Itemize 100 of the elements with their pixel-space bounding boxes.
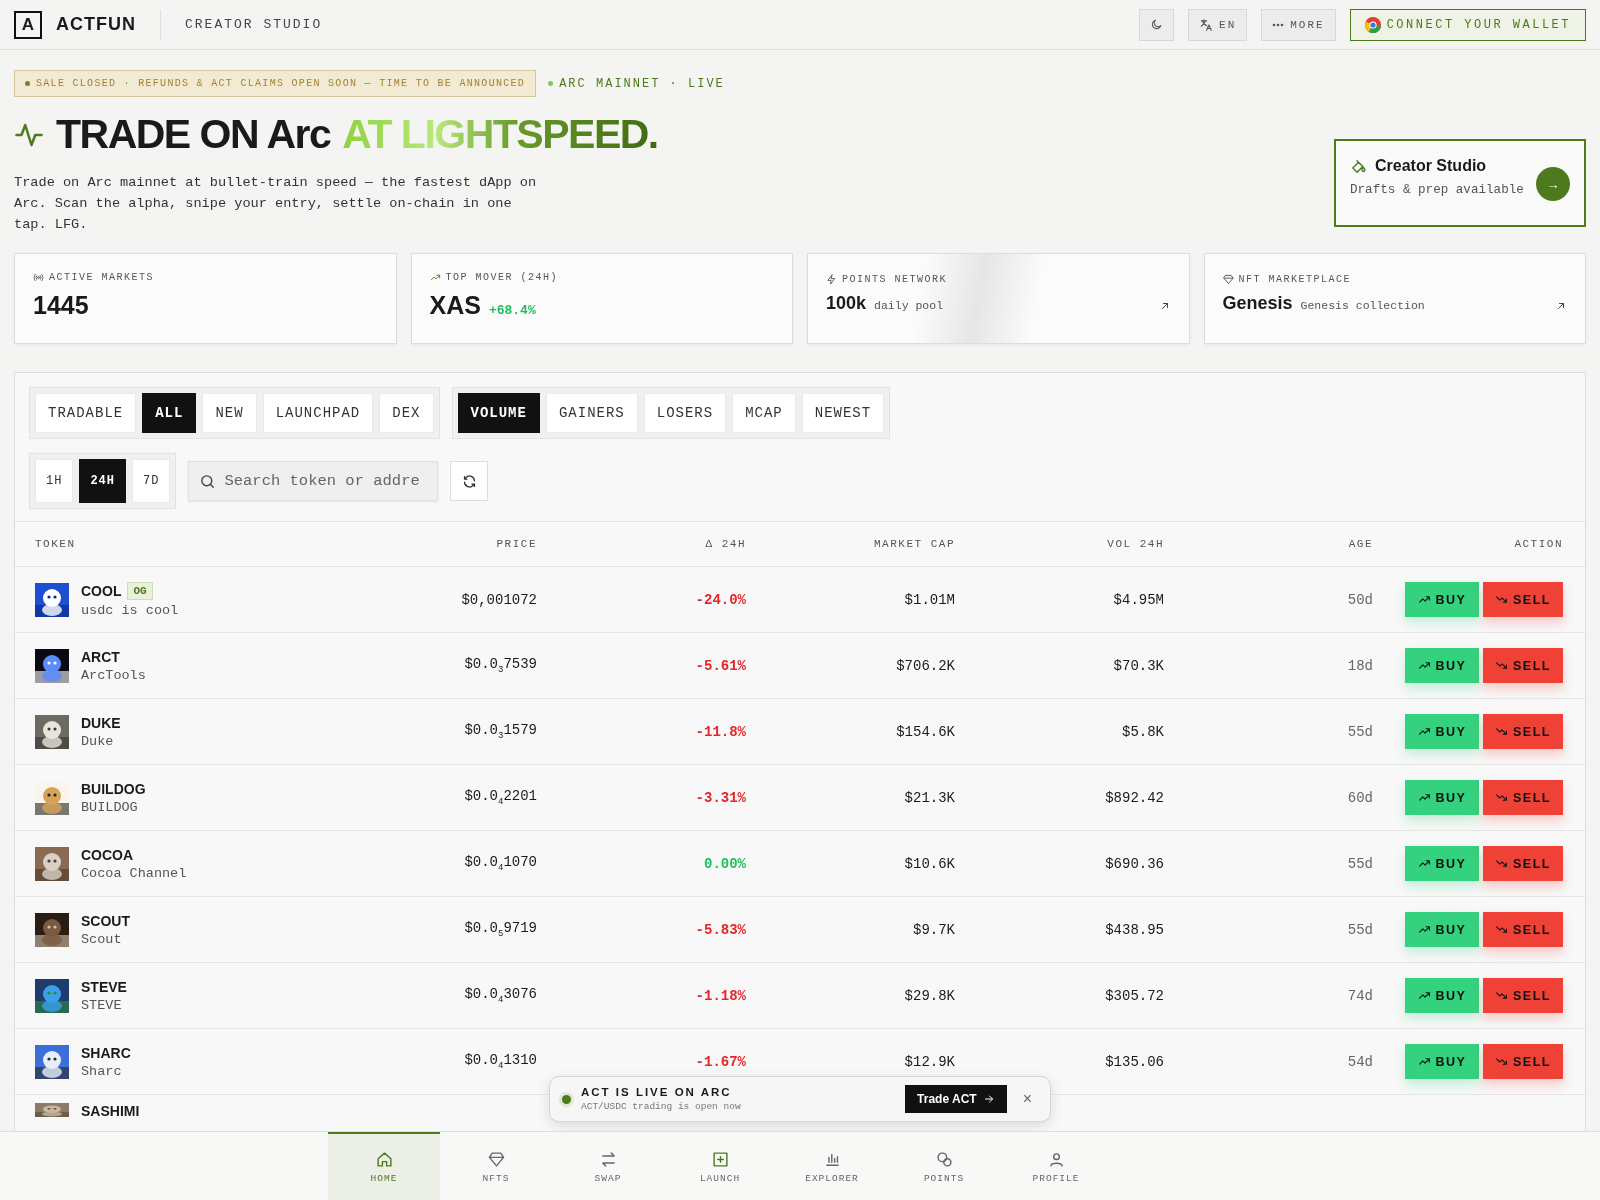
token-badge: OG — [127, 581, 153, 600]
home-icon — [375, 1150, 393, 1168]
filter-tab[interactable]: MCAP — [732, 393, 796, 433]
hero-description: Trade on Arc mainnet at bullet-train speed — the fastest dApp on Arc. Scan the alpha, snipe your entry, settle on-chain in one tap. LFG. — [14, 174, 538, 234]
filter-tab[interactable]: 1H — [35, 459, 74, 503]
search-field[interactable]: Search token or addre — [188, 461, 439, 501]
buy-button[interactable]: BUY — [1405, 978, 1479, 1013]
stat-card[interactable]: NFT MARKETPLACE Genesis Genesis collection — [1203, 253, 1586, 344]
filter-tab[interactable]: TRADABLE — [35, 393, 137, 433]
token-name: usdc is cool — [81, 602, 179, 618]
change-cell: 0.00% — [704, 855, 746, 872]
price-cell: $0,001072 — [461, 591, 537, 608]
more-button[interactable]: MORE — [1261, 8, 1336, 41]
search-icon — [199, 473, 217, 490]
token-symbol: SCOUT — [81, 912, 130, 929]
hero-title: TRADE ON Arc — [56, 111, 331, 158]
token-name: Cocoa Channel — [81, 865, 187, 881]
age-cell: 54d — [1347, 1053, 1373, 1070]
sell-button[interactable]: SELL — [1483, 582, 1563, 617]
trend-down-icon — [1495, 791, 1508, 804]
filter-tab[interactable]: NEW — [202, 393, 257, 433]
nav-item[interactable]: LAUNCH — [664, 1132, 776, 1200]
column-header: VOL 24H — [1107, 538, 1164, 550]
price-cell: $0.0$_{5}$9719 — [464, 920, 537, 939]
filter-tab[interactable]: 24H — [79, 459, 126, 503]
buy-button[interactable]: BUY — [1405, 648, 1479, 683]
buy-button[interactable]: BUY — [1405, 582, 1479, 617]
nav-item[interactable]: SWAP — [552, 1132, 664, 1200]
token-name: ArcTools — [81, 667, 146, 683]
external-arrow-icon — [1555, 300, 1567, 312]
stat-value: XAS — [429, 291, 481, 320]
filter-tab[interactable]: LOSERS — [643, 393, 727, 433]
trade-button[interactable]: Trade ACT — [905, 1085, 1007, 1113]
signal-icon — [33, 272, 44, 283]
trend-down-icon — [1495, 659, 1508, 672]
theme-button[interactable] — [1139, 8, 1175, 41]
token-symbol: STEVE — [81, 978, 127, 995]
token-name: Duke — [81, 733, 115, 749]
refresh-button[interactable] — [450, 461, 489, 501]
buy-button[interactable]: BUY — [1405, 714, 1479, 749]
refresh-icon — [461, 473, 477, 489]
moon-icon — [1150, 18, 1164, 31]
nav-item[interactable]: NFTS — [440, 1132, 552, 1200]
volume-cell: $70.3K — [1113, 657, 1164, 674]
price-cell: $0.0$_{4}$3076 — [464, 986, 537, 1005]
change-cell: -3.31% — [695, 789, 746, 806]
sell-button[interactable]: SELL — [1483, 780, 1563, 815]
age-cell: 50d — [1347, 591, 1373, 608]
token-symbol: COCOA — [81, 846, 134, 863]
column-header: ACTION — [1514, 538, 1563, 550]
buy-button[interactable]: BUY — [1405, 912, 1479, 947]
filter-tab[interactable]: NEWEST — [801, 393, 885, 433]
trend-up-icon — [1417, 1055, 1431, 1068]
filter-tab[interactable]: LAUNCHPAD — [262, 393, 374, 433]
market-cap-cell: $706.2K — [896, 657, 955, 674]
filter-tab[interactable]: GAINERS — [545, 393, 638, 433]
sell-button[interactable]: SELL — [1483, 1044, 1563, 1079]
toast-title: ACT IS LIVE ON ARC — [581, 1086, 733, 1098]
arrow-button[interactable]: → — [1536, 167, 1570, 201]
filter-tab[interactable]: VOLUME — [457, 393, 540, 433]
market-cap-cell: $9.7K — [913, 921, 955, 938]
connect-wallet-button[interactable]: CONNECT YOUR WALLET — [1349, 8, 1586, 41]
age-cell: 55d — [1347, 723, 1373, 740]
price-cell: $0.0$_{4}$1310 — [464, 1052, 537, 1071]
filter-tab[interactable]: 7D — [132, 459, 171, 503]
volume-cell: $5.8K — [1122, 723, 1164, 740]
buy-button[interactable]: BUY — [1405, 780, 1479, 815]
sell-button[interactable]: SELL — [1483, 912, 1563, 947]
logo[interactable]: A — [14, 10, 42, 39]
filter-tab[interactable]: DEX — [379, 393, 434, 433]
sell-button[interactable]: SELL — [1483, 978, 1563, 1013]
wallet-logo-icon — [1364, 16, 1381, 33]
age-cell: 74d — [1347, 987, 1373, 1004]
sell-button[interactable]: SELL — [1483, 648, 1563, 683]
sell-button[interactable]: SELL — [1483, 846, 1563, 881]
nav-item[interactable]: PROFILE — [1000, 1132, 1112, 1200]
token-name: Sharc — [81, 1063, 123, 1079]
stat-card[interactable]: POINTS NETWORK 100k daily pool — [807, 253, 1190, 344]
volume-cell: $690.36 — [1105, 855, 1164, 872]
filter-tab[interactable]: ALL — [142, 393, 197, 433]
stat-note: daily pool — [874, 299, 944, 312]
sell-button[interactable]: SELL — [1483, 714, 1563, 749]
token-name: STEVE — [81, 997, 123, 1013]
nav-item[interactable]: POINTS — [888, 1132, 1000, 1200]
column-header: Δ 24H — [705, 538, 746, 550]
volume-cell: $438.95 — [1105, 921, 1164, 938]
coins-icon — [935, 1150, 953, 1168]
brand-name: ACTFUN — [56, 9, 161, 40]
buy-button[interactable]: BUY — [1405, 846, 1479, 881]
language-button[interactable]: EN — [1188, 8, 1248, 41]
translate-icon — [1199, 17, 1214, 32]
nav-item[interactable]: EXPLORER — [776, 1132, 888, 1200]
close-button[interactable]: × — [1016, 1090, 1038, 1108]
volume-cell: $135.06 — [1105, 1053, 1164, 1070]
buy-button[interactable]: BUY — [1405, 1044, 1479, 1079]
toast-subtitle: ACT/USDC trading is open now — [581, 1101, 742, 1112]
nav-item[interactable]: HOME — [328, 1132, 440, 1200]
age-cell: 60d — [1347, 789, 1373, 806]
trend-up-icon — [1417, 659, 1431, 672]
creator-studio-card[interactable]: Creator Studio Drafts & prep available → — [1334, 139, 1586, 227]
